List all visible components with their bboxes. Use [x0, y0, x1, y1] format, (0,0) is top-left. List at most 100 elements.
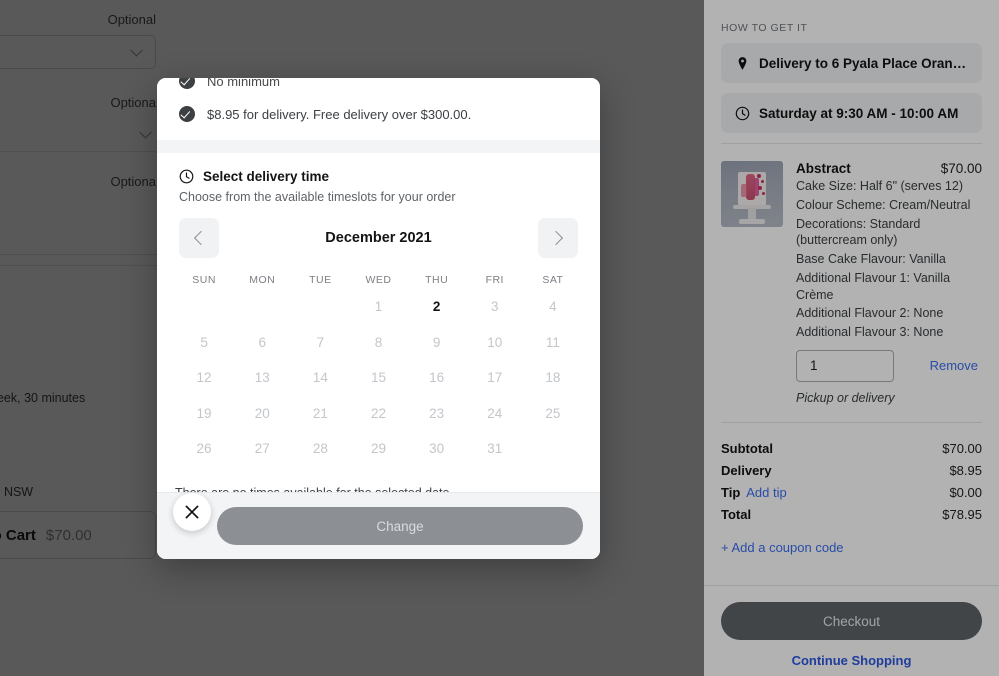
calendar-day[interactable]: 20: [233, 393, 291, 429]
calendar-day-blank: [175, 286, 233, 322]
cake-dot: [757, 174, 761, 178]
chevron-left-icon: [193, 230, 208, 246]
total-label: Total: [721, 506, 752, 522]
calendar-day[interactable]: 18: [524, 357, 582, 393]
calendar-day[interactable]: 27: [233, 428, 291, 464]
calendar-day[interactable]: 15: [349, 357, 407, 393]
calendar-day[interactable]: 16: [408, 357, 466, 393]
calendar-day-selected[interactable]: 2: [408, 286, 466, 322]
chevron-right-icon: [549, 230, 564, 246]
fulfilment-note: Pickup or delivery: [796, 390, 895, 405]
cart-item-option: Base Cake Flavour: Vanilla: [796, 252, 946, 266]
continue-shopping-link[interactable]: Continue Shopping: [721, 653, 982, 668]
total-value: $8.95: [949, 462, 982, 478]
calendar-day[interactable]: 17: [466, 357, 524, 393]
modal-footer: Change: [157, 492, 600, 559]
cake-dot: [761, 180, 764, 183]
clock-icon: [179, 169, 194, 184]
close-x-icon: [185, 505, 199, 519]
calendar-day[interactable]: 1: [349, 286, 407, 322]
calendar-day[interactable]: 26: [175, 428, 233, 464]
total-value: $0.00: [949, 484, 982, 500]
option-no-minimum[interactable]: No minimum: [157, 78, 600, 89]
total-row-total: Total $78.95: [721, 507, 982, 522]
weekday-label: WED: [365, 274, 392, 286]
weekday-label: MON: [249, 274, 276, 286]
calendar-next-month-button[interactable]: [537, 218, 578, 258]
add-tip-link[interactable]: Add tip: [746, 485, 786, 500]
calendar-day[interactable]: 3: [466, 286, 524, 322]
location-pin-icon: [738, 56, 747, 70]
weekday-label: FRI: [485, 274, 504, 286]
calendar-prev-month-button[interactable]: [179, 218, 219, 258]
calendar-day[interactable]: 31: [466, 428, 524, 464]
total-row-delivery: Delivery $8.95: [721, 463, 982, 478]
section-separator-band: [157, 140, 600, 153]
weekday-label: SUN: [192, 274, 216, 286]
checkout-button[interactable]: Checkout: [721, 602, 982, 640]
cart-footer: Checkout Continue Shopping: [704, 585, 999, 676]
calendar-day[interactable]: 11: [524, 322, 582, 358]
total-value: $78.95: [942, 506, 982, 522]
option-delivery-fee[interactable]: $8.95 for delivery. Free delivery over $…: [157, 99, 600, 129]
check-circle-icon: [179, 78, 195, 89]
weekday-label: THU: [425, 274, 449, 286]
select-delivery-time-title: Select delivery time: [203, 169, 330, 184]
calendar-day[interactable]: 21: [291, 393, 349, 429]
close-modal-button[interactable]: [173, 493, 211, 531]
total-value: $70.00: [942, 440, 982, 456]
total-label: Tip Add tip: [721, 484, 787, 500]
delivery-address-chip-text: Delivery to 6 Pyala Place Orange N…: [759, 55, 968, 71]
option-no-minimum-label: No minimum: [207, 78, 280, 89]
cart-item-option: Cake Size: Half 6" (serves 12): [796, 179, 963, 193]
cart-item-option: Colour Scheme: Cream/Neutral: [796, 197, 971, 212]
calendar-day[interactable]: 6: [233, 322, 291, 358]
weekday-label: SAT: [542, 274, 564, 286]
calendar-day[interactable]: 23: [408, 393, 466, 429]
change-button[interactable]: Change: [217, 507, 583, 545]
calendar-day-blank: [291, 286, 349, 322]
calendar-day-blank: [233, 286, 291, 322]
cart-item-option: Additional Flavour 2: None: [796, 306, 944, 321]
check-circle-icon: [179, 106, 195, 122]
cake-dot: [762, 192, 765, 195]
calendar-day[interactable]: 25: [524, 393, 582, 429]
select-delivery-time-header: Select delivery time: [157, 153, 600, 184]
calendar-day[interactable]: 22: [349, 393, 407, 429]
cart-item-name: Abstract: [796, 161, 851, 176]
calendar-day[interactable]: 12: [175, 357, 233, 393]
app-root: avour 3 Optional Optiona e sign Details …: [0, 0, 999, 676]
calendar-day[interactable]: 28: [291, 428, 349, 464]
calendar-day[interactable]: 4: [524, 286, 582, 322]
how-to-get-it-section: HOW TO GET IT Delivery to 6 Pyala Place …: [704, 0, 999, 144]
how-to-get-it-label: HOW TO GET IT: [721, 22, 808, 34]
cart-item-option: Additional Flavour 3: None: [796, 325, 944, 339]
calendar-day[interactable]: 13: [233, 357, 291, 393]
calendar-day[interactable]: 10: [466, 322, 524, 358]
remove-item-link[interactable]: Remove: [930, 358, 978, 373]
cart-item-quantity-row: 1 Remove: [796, 349, 982, 382]
calendar-day[interactable]: 19: [175, 393, 233, 429]
calendar-day[interactable]: 5: [175, 322, 233, 358]
calendar-day[interactable]: 7: [291, 322, 349, 358]
quantity-input[interactable]: 1: [796, 349, 894, 382]
total-label: Subtotal: [721, 440, 773, 456]
calendar-day[interactable]: 9: [408, 322, 466, 358]
cake-dot: [758, 186, 762, 190]
delivery-time-chip[interactable]: Saturday at 9:30 AM - 10:00 AM: [721, 93, 982, 133]
option-delivery-fee-label: $8.95 for delivery. Free delivery over $…: [207, 106, 472, 122]
calendar-day[interactable]: 29: [349, 428, 407, 464]
delivery-address-chip[interactable]: Delivery to 6 Pyala Place Orange N…: [721, 43, 982, 83]
delivery-time-modal: No minimum $8.95 for delivery. Free deli…: [157, 78, 600, 559]
calendar-day[interactable]: 14: [291, 357, 349, 393]
cart-item-option: Decorations: Standard (buttercream only): [796, 216, 921, 248]
calendar-day[interactable]: 24: [466, 393, 524, 429]
cart-item-option: Additional Flavour 1: Vanilla Crème: [796, 270, 951, 302]
calendar-day[interactable]: 30: [408, 428, 466, 464]
cart-item-title-row: Abstract $70.00: [796, 161, 982, 176]
add-coupon-link[interactable]: + Add a coupon code: [704, 529, 999, 555]
calendar-day[interactable]: 8: [349, 322, 407, 358]
calendar-month-label: December 2021: [325, 230, 432, 246]
cart-sidebar: HOW TO GET IT Delivery to 6 Pyala Place …: [704, 0, 999, 676]
calendar-day-grid: 1 2 3 4 5 6 7 8 9 10 11 12 13 14 15 16 17 18 19 20 21 22 23 24 2…: [157, 286, 600, 464]
